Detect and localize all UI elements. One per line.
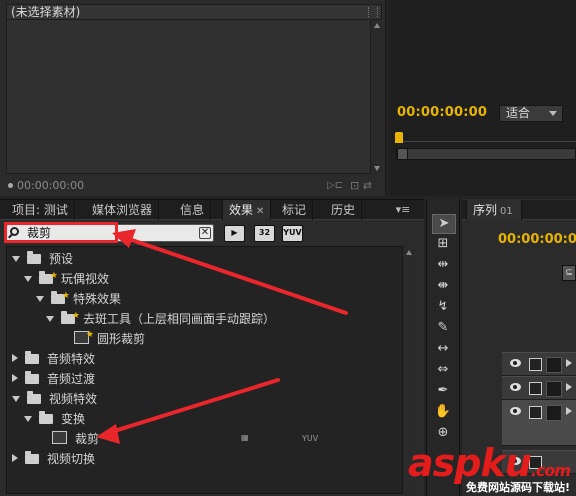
effect-icon xyxy=(52,431,67,444)
folder-icon xyxy=(27,391,41,404)
chevron-down-icon xyxy=(549,111,557,116)
video-track-3[interactable] xyxy=(502,352,576,376)
accelerated-effects-filter-button[interactable]: ▶ xyxy=(224,225,245,242)
tab-sequence[interactable]: 序列 01 xyxy=(466,200,522,220)
expand-right-icon[interactable] xyxy=(12,374,18,382)
expand-right-icon[interactable] xyxy=(566,383,572,391)
eye-icon[interactable] xyxy=(510,407,521,415)
preset-folder-icon xyxy=(51,286,70,306)
tab-media-browser[interactable]: 媒体浏览器 xyxy=(86,200,160,220)
rate-stretch-tool-icon[interactable]: ↯ xyxy=(432,298,454,316)
eye-icon[interactable] xyxy=(510,359,521,367)
zoom-scroll-handle[interactable] xyxy=(397,148,408,160)
source-timecode: 00:00:00:00 xyxy=(8,179,84,192)
tree-item-transform[interactable]: 变换 xyxy=(24,409,85,429)
rolling-edit-tool-icon[interactable]: ⇼ xyxy=(432,277,454,295)
folder-icon xyxy=(25,451,39,464)
fit-zoom-select[interactable]: 适合 xyxy=(499,105,563,122)
tab-markers[interactable]: 标记 xyxy=(276,200,314,220)
film-icon xyxy=(529,406,542,419)
accelerated-badge-icon: ▦ xyxy=(241,433,249,442)
tree-item-video-transitions[interactable]: 视频切换 xyxy=(12,449,95,469)
yuv-badge-icon: YUV xyxy=(302,434,319,443)
hand-tool-icon[interactable]: ✋ xyxy=(432,403,454,421)
close-tab-icon[interactable]: ✕ xyxy=(256,206,264,217)
track-target-icon[interactable] xyxy=(546,357,562,373)
pen-tool-icon[interactable]: ✒ xyxy=(432,382,454,400)
tree-item-spot-removal-tool[interactable]: 去斑工具（上层相同画面手动跟踪） xyxy=(46,306,275,329)
expand-down-icon[interactable] xyxy=(12,256,20,262)
panel-grip-icon[interactable] xyxy=(368,7,378,17)
ripple-edit-tool-icon[interactable]: ⇹ xyxy=(432,256,454,274)
scroll-down-icon[interactable] xyxy=(374,166,380,171)
source-monitor-view xyxy=(6,20,382,174)
tab-effects[interactable]: 效果 ✕ xyxy=(222,200,272,220)
folder-icon xyxy=(27,251,41,264)
preset-icon xyxy=(74,325,94,345)
eye-icon[interactable] xyxy=(510,383,521,391)
playhead-marker-icon[interactable] xyxy=(395,132,403,143)
expand-right-icon[interactable] xyxy=(12,354,18,362)
playhead-dot-icon xyxy=(8,183,13,188)
folder-icon xyxy=(25,371,39,384)
film-icon xyxy=(529,358,542,371)
overlay-icon[interactable]: ⊡ ⇄ xyxy=(350,179,372,192)
expand-down-icon[interactable] xyxy=(46,316,54,322)
preset-folder-icon xyxy=(61,306,80,326)
track-target-icon[interactable] xyxy=(546,405,562,421)
tab-project[interactable]: 项目: 测试 xyxy=(6,200,75,220)
track-target-icon[interactable] xyxy=(546,381,562,397)
video-track-2[interactable] xyxy=(502,376,576,400)
razor-tool-icon[interactable]: ✎ xyxy=(432,319,454,337)
tab-history[interactable]: 历史 xyxy=(325,200,363,220)
insert-arrow-icon[interactable]: ▷⊏ xyxy=(327,180,343,191)
expand-down-icon[interactable] xyxy=(24,416,32,422)
slide-tool-icon[interactable]: ⇔ xyxy=(432,361,454,379)
expand-right-icon[interactable] xyxy=(566,407,572,415)
tree-item-presets[interactable]: 预设 xyxy=(12,249,73,269)
expand-right-icon[interactable] xyxy=(12,454,18,462)
source-clip-title: (未选择素材) xyxy=(11,5,81,19)
tree-item-circle-crop-preset[interactable]: 圆形裁剪 xyxy=(74,325,145,349)
zoom-tool-icon[interactable]: ⊕ xyxy=(432,424,454,442)
tree-item-video-effects[interactable]: 视频特效 xyxy=(12,389,97,409)
program-time-ruler[interactable] xyxy=(396,132,576,142)
clear-search-icon[interactable]: ✕ xyxy=(199,227,211,239)
folder-icon xyxy=(39,411,53,424)
scroll-up-icon[interactable] xyxy=(406,250,412,255)
search-highlight-box xyxy=(4,222,118,243)
expand-down-icon[interactable] xyxy=(24,276,32,282)
expand-right-icon[interactable] xyxy=(566,359,572,367)
tree-item-audio-transitions[interactable]: 音频过渡 xyxy=(12,369,95,389)
folder-icon xyxy=(25,351,39,364)
scroll-up-icon[interactable] xyxy=(374,23,380,28)
fit-zoom-value: 适合 xyxy=(506,106,531,120)
expand-down-icon[interactable] xyxy=(12,396,20,402)
tree-item-audio-effects[interactable]: 音频特效 xyxy=(12,349,95,369)
slip-tool-icon[interactable]: ↔ xyxy=(432,340,454,358)
source-clip-header: (未选择素材) xyxy=(6,4,382,20)
program-zoom-scrollbar[interactable] xyxy=(396,148,576,160)
film-icon xyxy=(529,382,542,395)
selection-tool-icon[interactable]: ➤ xyxy=(432,214,456,234)
32bit-filter-button[interactable]: 32 xyxy=(254,225,275,242)
watermark-subtitle: 免费网站源码下载站! xyxy=(466,481,571,494)
source-scrollbar[interactable] xyxy=(370,20,382,174)
program-timecode[interactable]: 00:00:00:00 xyxy=(397,105,487,120)
timeline-timecode[interactable]: 00:00:00:00 xyxy=(498,232,576,247)
yuv-filter-button[interactable]: YUV xyxy=(282,225,303,242)
expand-down-icon[interactable] xyxy=(36,296,44,302)
panel-menu-icon[interactable]: ▾≡ xyxy=(388,200,418,220)
tab-info[interactable]: 信息 xyxy=(174,200,212,220)
video-track-1[interactable] xyxy=(502,400,576,446)
track-select-tool-icon[interactable]: ⊞ xyxy=(432,235,454,253)
preset-folder-icon xyxy=(39,266,58,286)
tree-item-crop-effect[interactable]: 裁剪 xyxy=(52,429,99,449)
snap-button[interactable]: ⊆ xyxy=(562,265,576,281)
program-monitor-panel xyxy=(390,0,576,196)
